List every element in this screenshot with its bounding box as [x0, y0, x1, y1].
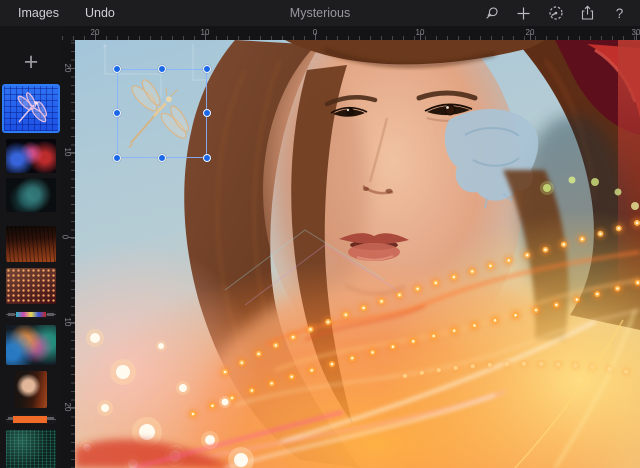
paint-tool-button[interactable] [483, 5, 500, 22]
layers-sidebar: + [0, 26, 62, 468]
toolbar-right-group: ? [483, 0, 628, 26]
add-layer-button[interactable]: + [0, 42, 62, 82]
selection-handle-sw[interactable] [113, 154, 121, 162]
horizontal-ruler: 20 10 0 10 20 30 [62, 26, 640, 40]
glitch-strip-cap-left [8, 313, 15, 316]
layer-thumbnail-portrait-photo[interactable] [15, 371, 47, 408]
share-button[interactable] [579, 5, 596, 22]
layer-thumbnail-teal-smoke[interactable] [6, 178, 56, 212]
dragonfly-thumb-icon [11, 92, 51, 126]
layer-thumbnail-dot-grid[interactable] [6, 268, 56, 304]
v-ruler-label: 20 [63, 403, 72, 412]
adjustments-icon [548, 5, 564, 21]
layer-thumbnail-orange-bar[interactable] [6, 414, 56, 424]
selection-handle-se[interactable] [203, 154, 211, 162]
share-icon [580, 5, 595, 21]
selection-handle-n[interactable] [158, 65, 166, 73]
v-ruler-label: 10 [63, 318, 72, 327]
orange-bar-cap-right [47, 417, 54, 420]
h-ruler-label: 10 [416, 28, 425, 37]
layer-thumbnail-dragonfly-sketch[interactable] [2, 84, 60, 133]
v-ruler-label: 0 [62, 235, 70, 239]
add-button[interactable] [515, 5, 532, 22]
v-ruler-label: 20 [63, 64, 72, 73]
selection-handle-w[interactable] [113, 109, 121, 117]
selection-handle-nw[interactable] [113, 65, 121, 73]
help-icon: ? [616, 6, 624, 21]
layer-thumbnail-hair-strands[interactable] [6, 226, 56, 262]
document-canvas[interactable] [75, 40, 640, 468]
h-ruler-label: 20 [91, 28, 100, 37]
vertical-ruler: 20 10 0 10 20 [62, 40, 75, 468]
selection-box[interactable] [117, 69, 207, 158]
adjustments-button[interactable] [547, 5, 564, 22]
help-button[interactable]: ? [611, 5, 628, 22]
v-ruler-label: 10 [63, 148, 72, 157]
layer-thumbnail-matrix-texture[interactable] [6, 430, 56, 468]
add-icon [516, 6, 531, 21]
h-ruler-label: 20 [526, 28, 535, 37]
paint-tool-icon [484, 5, 500, 21]
selection-handle-ne[interactable] [203, 65, 211, 73]
orange-bar-segment [13, 416, 47, 423]
dragonfly-layer [119, 71, 205, 155]
selection-handle-e[interactable] [203, 109, 211, 117]
glitch-strip-segment [16, 312, 46, 317]
horizontal-ruler-ticks [62, 36, 640, 40]
top-toolbar: Images Undo Mysterious [0, 0, 640, 26]
pixelmator-app: Images Undo Mysterious [0, 0, 640, 468]
layer-thumbnail-light-wave[interactable] [6, 139, 56, 173]
layer-thumbnail-aurora-wave[interactable] [6, 325, 56, 365]
layer-thumbnail-glitch-strip[interactable] [6, 310, 56, 319]
h-ruler-label: 30 [632, 28, 640, 37]
h-ruler-label: 10 [201, 28, 210, 37]
glitch-strip-cap-right [47, 313, 54, 316]
selection-handle-s[interactable] [158, 154, 166, 162]
h-ruler-label: 0 [313, 28, 317, 37]
